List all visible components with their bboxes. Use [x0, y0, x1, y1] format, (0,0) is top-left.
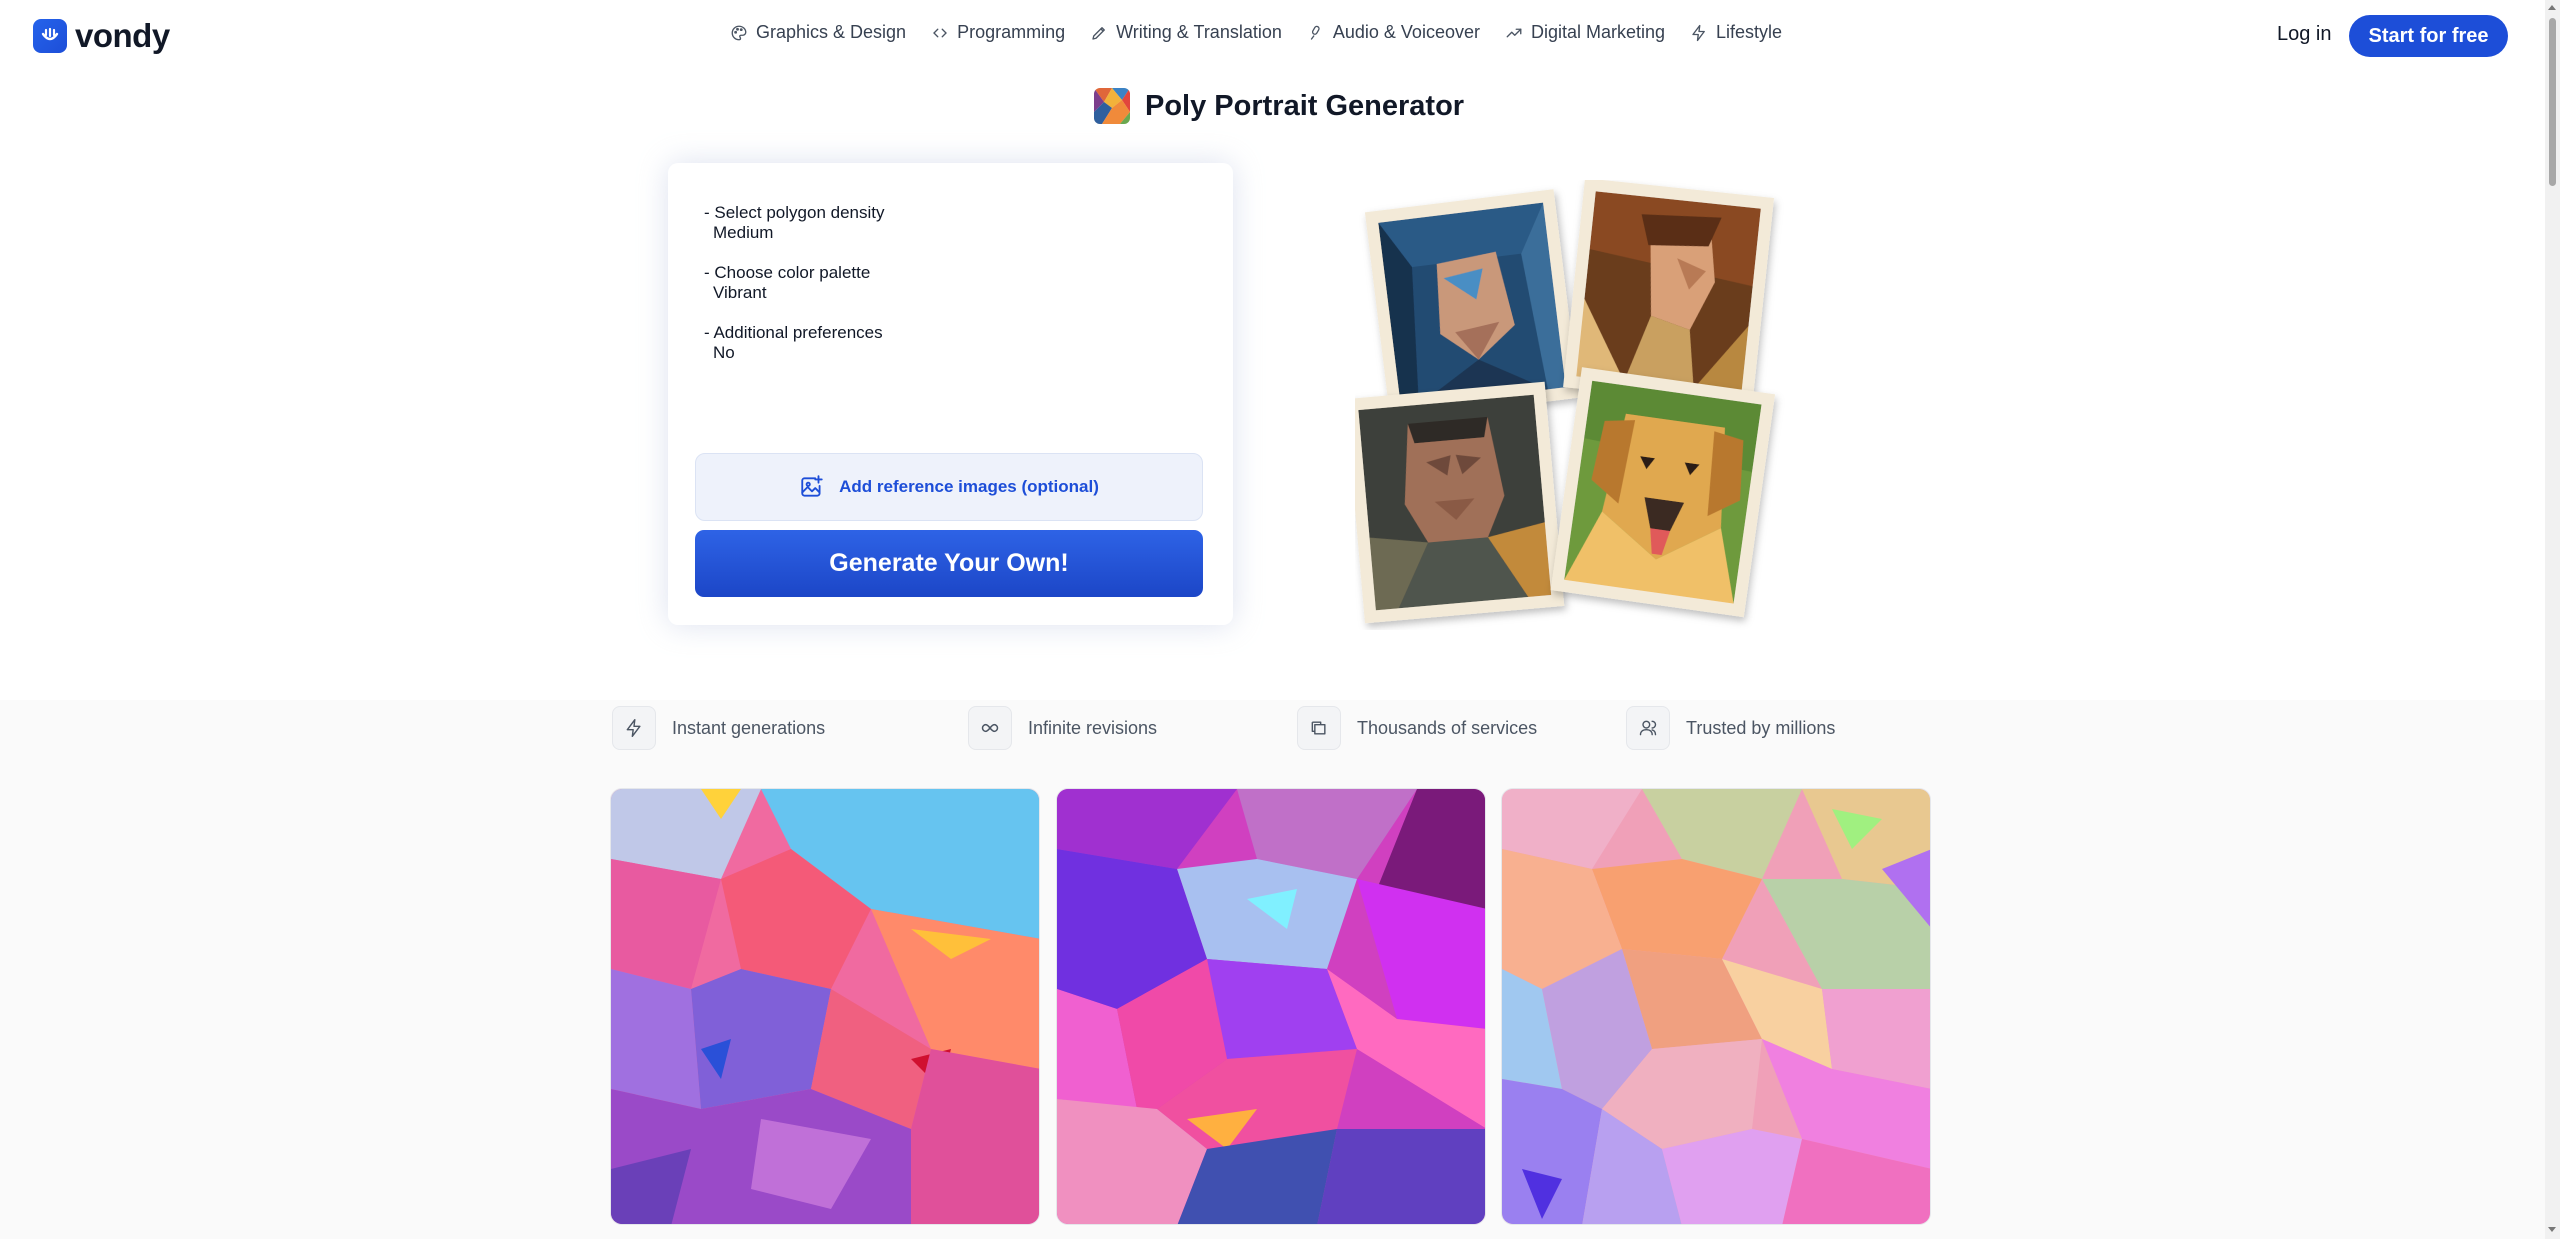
bolt-icon	[612, 706, 656, 750]
options-list: - Select polygon density Medium - Choose…	[704, 203, 885, 383]
generator-section	[0, 70, 2545, 700]
page-scrollbar[interactable]	[2545, 0, 2560, 1239]
scroll-up-arrow-icon[interactable]	[2548, 5, 2556, 10]
feature-label: Infinite revisions	[1028, 717, 1158, 738]
feature-infinite-revisions: Infinite revisions	[968, 706, 1157, 750]
scrollbar-thumb[interactable]	[2549, 18, 2556, 186]
example-image-1[interactable]	[610, 788, 1040, 1225]
pen-icon	[1092, 26, 1106, 40]
poly-portraits-image	[1345, 178, 1776, 624]
nav-digital-marketing[interactable]: Digital Marketing	[1505, 22, 1665, 43]
option-value: Vibrant	[713, 283, 767, 302]
option-polygon-density[interactable]: - Select polygon density Medium	[704, 203, 885, 243]
nav-programming[interactable]: Programming	[931, 22, 1065, 43]
add-reference-images-button[interactable]: Add reference images (optional)	[695, 453, 1203, 521]
nav-label: Audio & Voiceover	[1332, 22, 1480, 42]
image-plus-icon	[801, 475, 823, 497]
option-label: - Additional preferences	[704, 323, 883, 342]
option-label: - Choose color palette	[704, 263, 871, 282]
feature-trusted-by-millions: Trusted by millions	[1626, 706, 1835, 750]
feature-thousands-of-services: Thousands of services	[1297, 706, 1537, 750]
generator-form-card: - Select polygon density Medium - Choose…	[668, 163, 1233, 625]
nav-label: Digital Marketing	[1530, 22, 1666, 42]
start-for-free-button[interactable]: Start for free	[2349, 15, 2508, 57]
option-value: Medium	[713, 223, 774, 242]
logo-text: vondy	[75, 17, 170, 54]
page-title-row: Poly Portrait Generator	[1094, 88, 1464, 124]
nav-label: Writing & Translation	[1116, 22, 1282, 42]
option-value: No	[713, 343, 735, 362]
users-icon	[1626, 706, 1670, 750]
example-image-3[interactable]	[1501, 788, 1931, 1225]
trending-up-icon	[1506, 28, 1522, 37]
nav-audio-voiceover[interactable]: Audio & Voiceover	[1307, 22, 1480, 43]
low-poly-abstract-image	[1057, 789, 1485, 1224]
generate-your-own-button[interactable]: Generate Your Own!	[695, 530, 1203, 597]
feature-label: Thousands of services	[1357, 717, 1538, 738]
nav-label: Graphics & Design	[756, 22, 907, 42]
infinity-icon	[968, 706, 1012, 750]
vondy-logo[interactable]: vondy	[33, 17, 170, 55]
feature-instant-generations: Instant generations	[612, 706, 825, 750]
page-title: Poly Portrait Generator	[1145, 89, 1465, 122]
login-link[interactable]: Log in	[2277, 23, 2332, 46]
low-poly-abstract-image	[1502, 789, 1930, 1224]
feature-label: Instant generations	[672, 717, 826, 738]
nav-label: Lifestyle	[1716, 22, 1783, 42]
scroll-down-arrow-icon[interactable]	[2548, 1227, 2556, 1232]
palette-icon	[731, 25, 747, 40]
microphone-icon	[1310, 25, 1320, 40]
site-header: vondy Graphics & Design Programming Writ…	[0, 0, 2545, 70]
vondy-logo-icon	[33, 19, 67, 53]
nav-label: Programming	[957, 22, 1066, 42]
nav-writing-translation[interactable]: Writing & Translation	[1090, 22, 1282, 43]
poly-portrait-app-icon	[1094, 88, 1130, 124]
bolt-icon	[1692, 24, 1705, 41]
code-icon	[933, 28, 948, 37]
option-label: - Select polygon density	[704, 203, 885, 222]
low-poly-abstract-image	[611, 789, 1039, 1224]
nav-lifestyle[interactable]: Lifestyle	[1690, 22, 1782, 43]
folders-icon	[1297, 706, 1341, 750]
example-image-2[interactable]	[1056, 788, 1486, 1225]
feature-label: Trusted by millions	[1686, 717, 1836, 738]
example-portrait-collage	[1345, 178, 1795, 630]
category-nav: Graphics & Design Programming Writing & …	[730, 22, 1807, 43]
add-reference-label: Add reference images (optional)	[839, 477, 1099, 496]
nav-graphics-design[interactable]: Graphics & Design	[730, 22, 906, 43]
option-additional-preferences[interactable]: - Additional preferences No	[704, 323, 885, 363]
option-color-palette[interactable]: - Choose color palette Vibrant	[704, 263, 885, 303]
